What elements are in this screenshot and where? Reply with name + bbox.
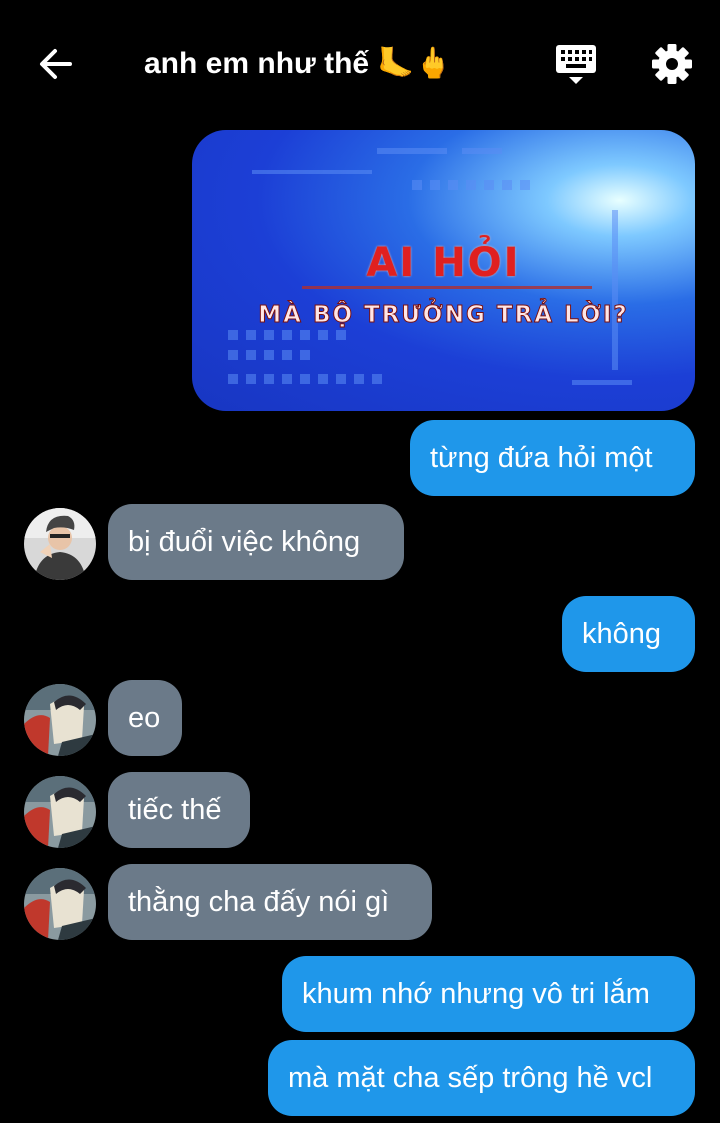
message-bubble-incoming[interactable]: bị đuổi việc không	[108, 504, 404, 580]
image-subline: MÀ BỘ TRƯỞNG TRẢ LỜI?	[258, 302, 629, 329]
message-bubble-outgoing[interactable]: khum nhớ nhưng vô tri lắm	[282, 956, 695, 1032]
message-bubble-incoming[interactable]: tiếc thế	[108, 772, 250, 848]
user-avatar-image	[24, 868, 96, 940]
chat-header: anh em như thế 🦶🖕	[0, 0, 720, 125]
user-avatar-image	[24, 776, 96, 848]
settings-button[interactable]	[650, 42, 694, 86]
user-avatar-image	[24, 684, 96, 756]
avatar[interactable]	[24, 776, 96, 848]
message-text: tiếc thế	[128, 794, 222, 826]
message-bubble-outgoing[interactable]: mà mặt cha sếp trông hề vcl	[268, 1040, 695, 1116]
image-headline: AI HỎI	[366, 240, 521, 286]
gear-icon	[652, 44, 692, 84]
keyboard-icon	[556, 45, 596, 84]
back-button[interactable]	[36, 44, 76, 84]
avatar[interactable]	[24, 868, 96, 940]
message-bubble-incoming[interactable]: thằng cha đấy nói gì	[108, 864, 432, 940]
message-text: eo	[128, 702, 161, 734]
message-bubble-incoming[interactable]: eo	[108, 680, 182, 756]
message-text: thằng cha đấy nói gì	[128, 886, 390, 918]
message-bubble-outgoing[interactable]: không	[562, 596, 695, 672]
avatar[interactable]	[24, 684, 96, 756]
arrow-left-icon	[40, 49, 72, 79]
conversation-title: anh em như thế 🦶🖕	[144, 47, 453, 80]
message-text: bị đuổi việc không	[128, 526, 361, 558]
avatar[interactable]	[24, 508, 96, 580]
message-text: không	[582, 618, 662, 650]
message-text: mà mặt cha sếp trông hề vcl	[288, 1062, 653, 1094]
message-text: khum nhớ nhưng vô tri lắm	[302, 978, 650, 1010]
keyboard-button[interactable]	[552, 42, 600, 88]
user-avatar-image	[24, 508, 96, 580]
message-bubble-outgoing[interactable]: từng đứa hỏi một	[410, 420, 695, 496]
image-message[interactable]: AI HỎI MÀ BỘ TRƯỞNG TRẢ LỜI?	[192, 130, 695, 411]
message-text: từng đứa hỏi một	[430, 442, 653, 474]
